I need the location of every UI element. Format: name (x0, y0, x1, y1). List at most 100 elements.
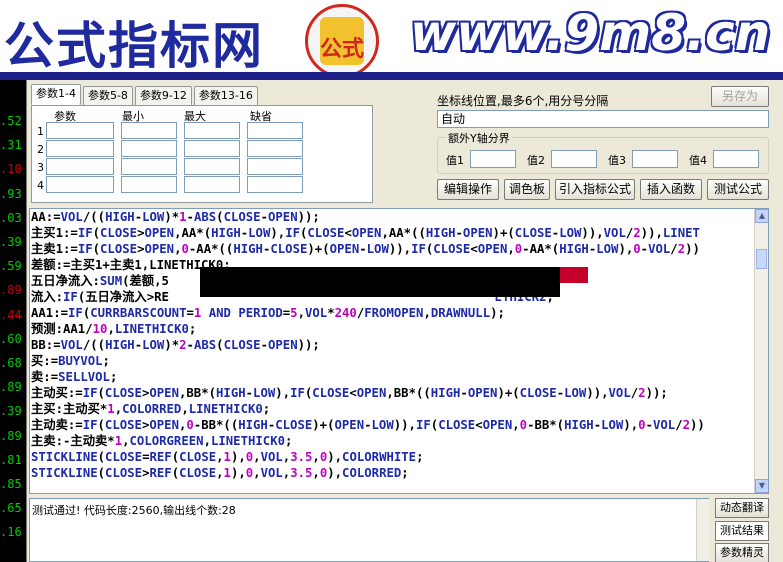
tab-params-5-8[interactable]: 参数5-8 (82, 86, 133, 105)
dynamic-translate-button[interactable]: 动态翻译 (715, 498, 769, 518)
param-min-input-4[interactable] (121, 176, 177, 193)
code-keyword: HIGH (425, 226, 456, 240)
code-line: 主卖:-主动卖*1,COLORGREEN,LINETHICK0; (31, 433, 757, 449)
yaxis-value-input-4[interactable] (713, 150, 759, 168)
code-keyword: VOL (608, 386, 631, 400)
palette-button[interactable]: 调色板 (504, 179, 550, 200)
import-formula-button[interactable]: 引入指标公式 (555, 179, 635, 200)
code-token: - (359, 242, 367, 256)
code-keyword: IF (63, 290, 78, 304)
param-tabs: 参数1-4 参数5-8 参数9-12 参数13-16 (31, 84, 260, 106)
price-axis-tick: .10 (0, 162, 22, 177)
test-formula-button[interactable]: 测试公式 (707, 179, 769, 200)
param-max-input-3[interactable] (184, 158, 240, 175)
code-token: ; (401, 466, 409, 480)
price-axis-tick: .39 (0, 235, 22, 249)
param-min-input-1[interactable] (121, 122, 177, 139)
code-token: , (174, 242, 182, 256)
price-axis-tick: .65 (0, 501, 22, 516)
code-token: )), (640, 226, 663, 240)
scroll-thumb[interactable] (756, 249, 767, 269)
param-name-input-3[interactable] (46, 158, 114, 175)
code-token: ,AA*(( (381, 226, 426, 240)
code-token: ), (327, 450, 343, 464)
scroll-up-icon[interactable]: ▲ (755, 209, 768, 223)
code-keyword: SUM (99, 274, 123, 288)
code-editor[interactable]: AA:=VOL/((HIGH-LOW)*1-ABS(CLOSE-OPEN)); 主… (29, 208, 769, 494)
code-line: 主卖1:=IF(CLOSE>OPEN,0-AA*((HIGH-CLOSE)+(O… (31, 241, 757, 257)
param-wizard-button[interactable]: 参数精灵 (715, 543, 769, 562)
code-keyword: OPEN (467, 386, 498, 400)
param-min-input-2[interactable] (121, 140, 177, 157)
scroll-down-icon[interactable]: ▼ (755, 479, 768, 493)
param-name-input-4[interactable] (46, 176, 114, 193)
param-max-input-1[interactable] (184, 122, 240, 139)
price-axis-tick: .68 (0, 356, 22, 370)
code-number: 0 (633, 242, 641, 256)
code-line: AA:=VOL/((HIGH-LOW)*1-ABS(CLOSE-OPEN)); (31, 209, 757, 225)
price-axis-tick: .85 (0, 477, 22, 491)
code-number: 2 (179, 338, 187, 352)
code-token: )); (297, 338, 320, 352)
banner-logo-text: 公式 (320, 37, 365, 62)
code-token: ), (230, 450, 246, 464)
code-number: 5 (290, 306, 298, 320)
code-keyword: IF (77, 242, 93, 256)
tab-params-9-12[interactable]: 参数9-12 (134, 86, 192, 105)
code-keyword: HIGH (564, 418, 594, 432)
param-row-number: 4 (37, 179, 44, 192)
code-keyword: CLOSE (105, 450, 143, 464)
code-keyword: STICKLINE (31, 466, 98, 480)
save-as-button[interactable]: 另存为 (711, 86, 769, 107)
edit-operation-button[interactable]: 编辑操作 (437, 179, 499, 200)
code-vertical-scrollbar[interactable]: ▲ ▼ (754, 209, 768, 493)
param-default-input-3[interactable] (247, 158, 303, 175)
code-token: - (245, 386, 254, 400)
price-axis-tick: .31 (0, 138, 22, 153)
tab-params-13-16[interactable]: 参数13-16 (193, 86, 258, 105)
code-keyword: HIGH (105, 210, 135, 224)
param-default-input-2[interactable] (247, 140, 303, 157)
code-keyword: VOL (260, 450, 283, 464)
code-token: )) (690, 418, 705, 432)
code-text[interactable]: AA:=VOL/((HIGH-LOW)*1-ABS(CLOSE-OPEN)); 主… (31, 209, 757, 481)
param-name-input-2[interactable] (46, 140, 114, 157)
param-min-input-3[interactable] (121, 158, 177, 175)
code-token: , (253, 466, 261, 480)
code-token: ), (327, 466, 343, 480)
price-axis-tick: .59 (0, 259, 22, 274)
code-token: 五日净流入: (31, 274, 100, 288)
result-scrollbar[interactable] (696, 499, 709, 561)
code-token: ( (97, 386, 105, 400)
tab-params-1-4[interactable]: 参数1-4 (31, 84, 81, 105)
test-result-button[interactable]: 测试结果 (715, 521, 769, 541)
yaxis-value-label-2: 值2 (527, 154, 545, 167)
code-keyword: CLOSE (179, 466, 217, 480)
code-token: /(( (82, 210, 106, 224)
insert-function-button[interactable]: 插入函数 (640, 179, 702, 200)
code-keyword: IF (290, 386, 305, 400)
price-axis: .52 .31 .10 .93 .03 .39 .59 .89 .44 .60 .68 .89 .39.… (0, 80, 26, 562)
yaxis-value-input-1[interactable] (470, 150, 516, 168)
code-line: 主动卖:=IF(CLOSE>OPEN,0-BB*((HIGH-CLOSE)+(O… (31, 417, 757, 433)
param-max-input-4[interactable] (184, 176, 240, 193)
code-keyword: LOW (142, 210, 165, 224)
code-keyword: OPEN (268, 338, 298, 352)
code-token: 主买:主动买* (31, 402, 108, 416)
code-keyword: LINETHICK0 (210, 434, 286, 448)
code-token: , (512, 418, 520, 432)
param-name-input-1[interactable] (46, 122, 114, 139)
param-max-input-2[interactable] (184, 140, 240, 157)
code-number: 3.5 (290, 466, 313, 480)
yaxis-value-input-3[interactable] (632, 150, 678, 168)
param-default-input-1[interactable] (247, 122, 303, 139)
axis-position-input[interactable]: 自动 (437, 110, 769, 128)
code-keyword: CLOSE (100, 226, 138, 240)
param-default-input-4[interactable] (247, 176, 303, 193)
code-token: ,AA*( (174, 226, 212, 240)
code-keyword: LOW (596, 242, 619, 256)
code-number: 0 (638, 418, 646, 432)
code-keyword: CLOSE (514, 226, 552, 240)
yaxis-value-input-2[interactable] (551, 150, 597, 168)
